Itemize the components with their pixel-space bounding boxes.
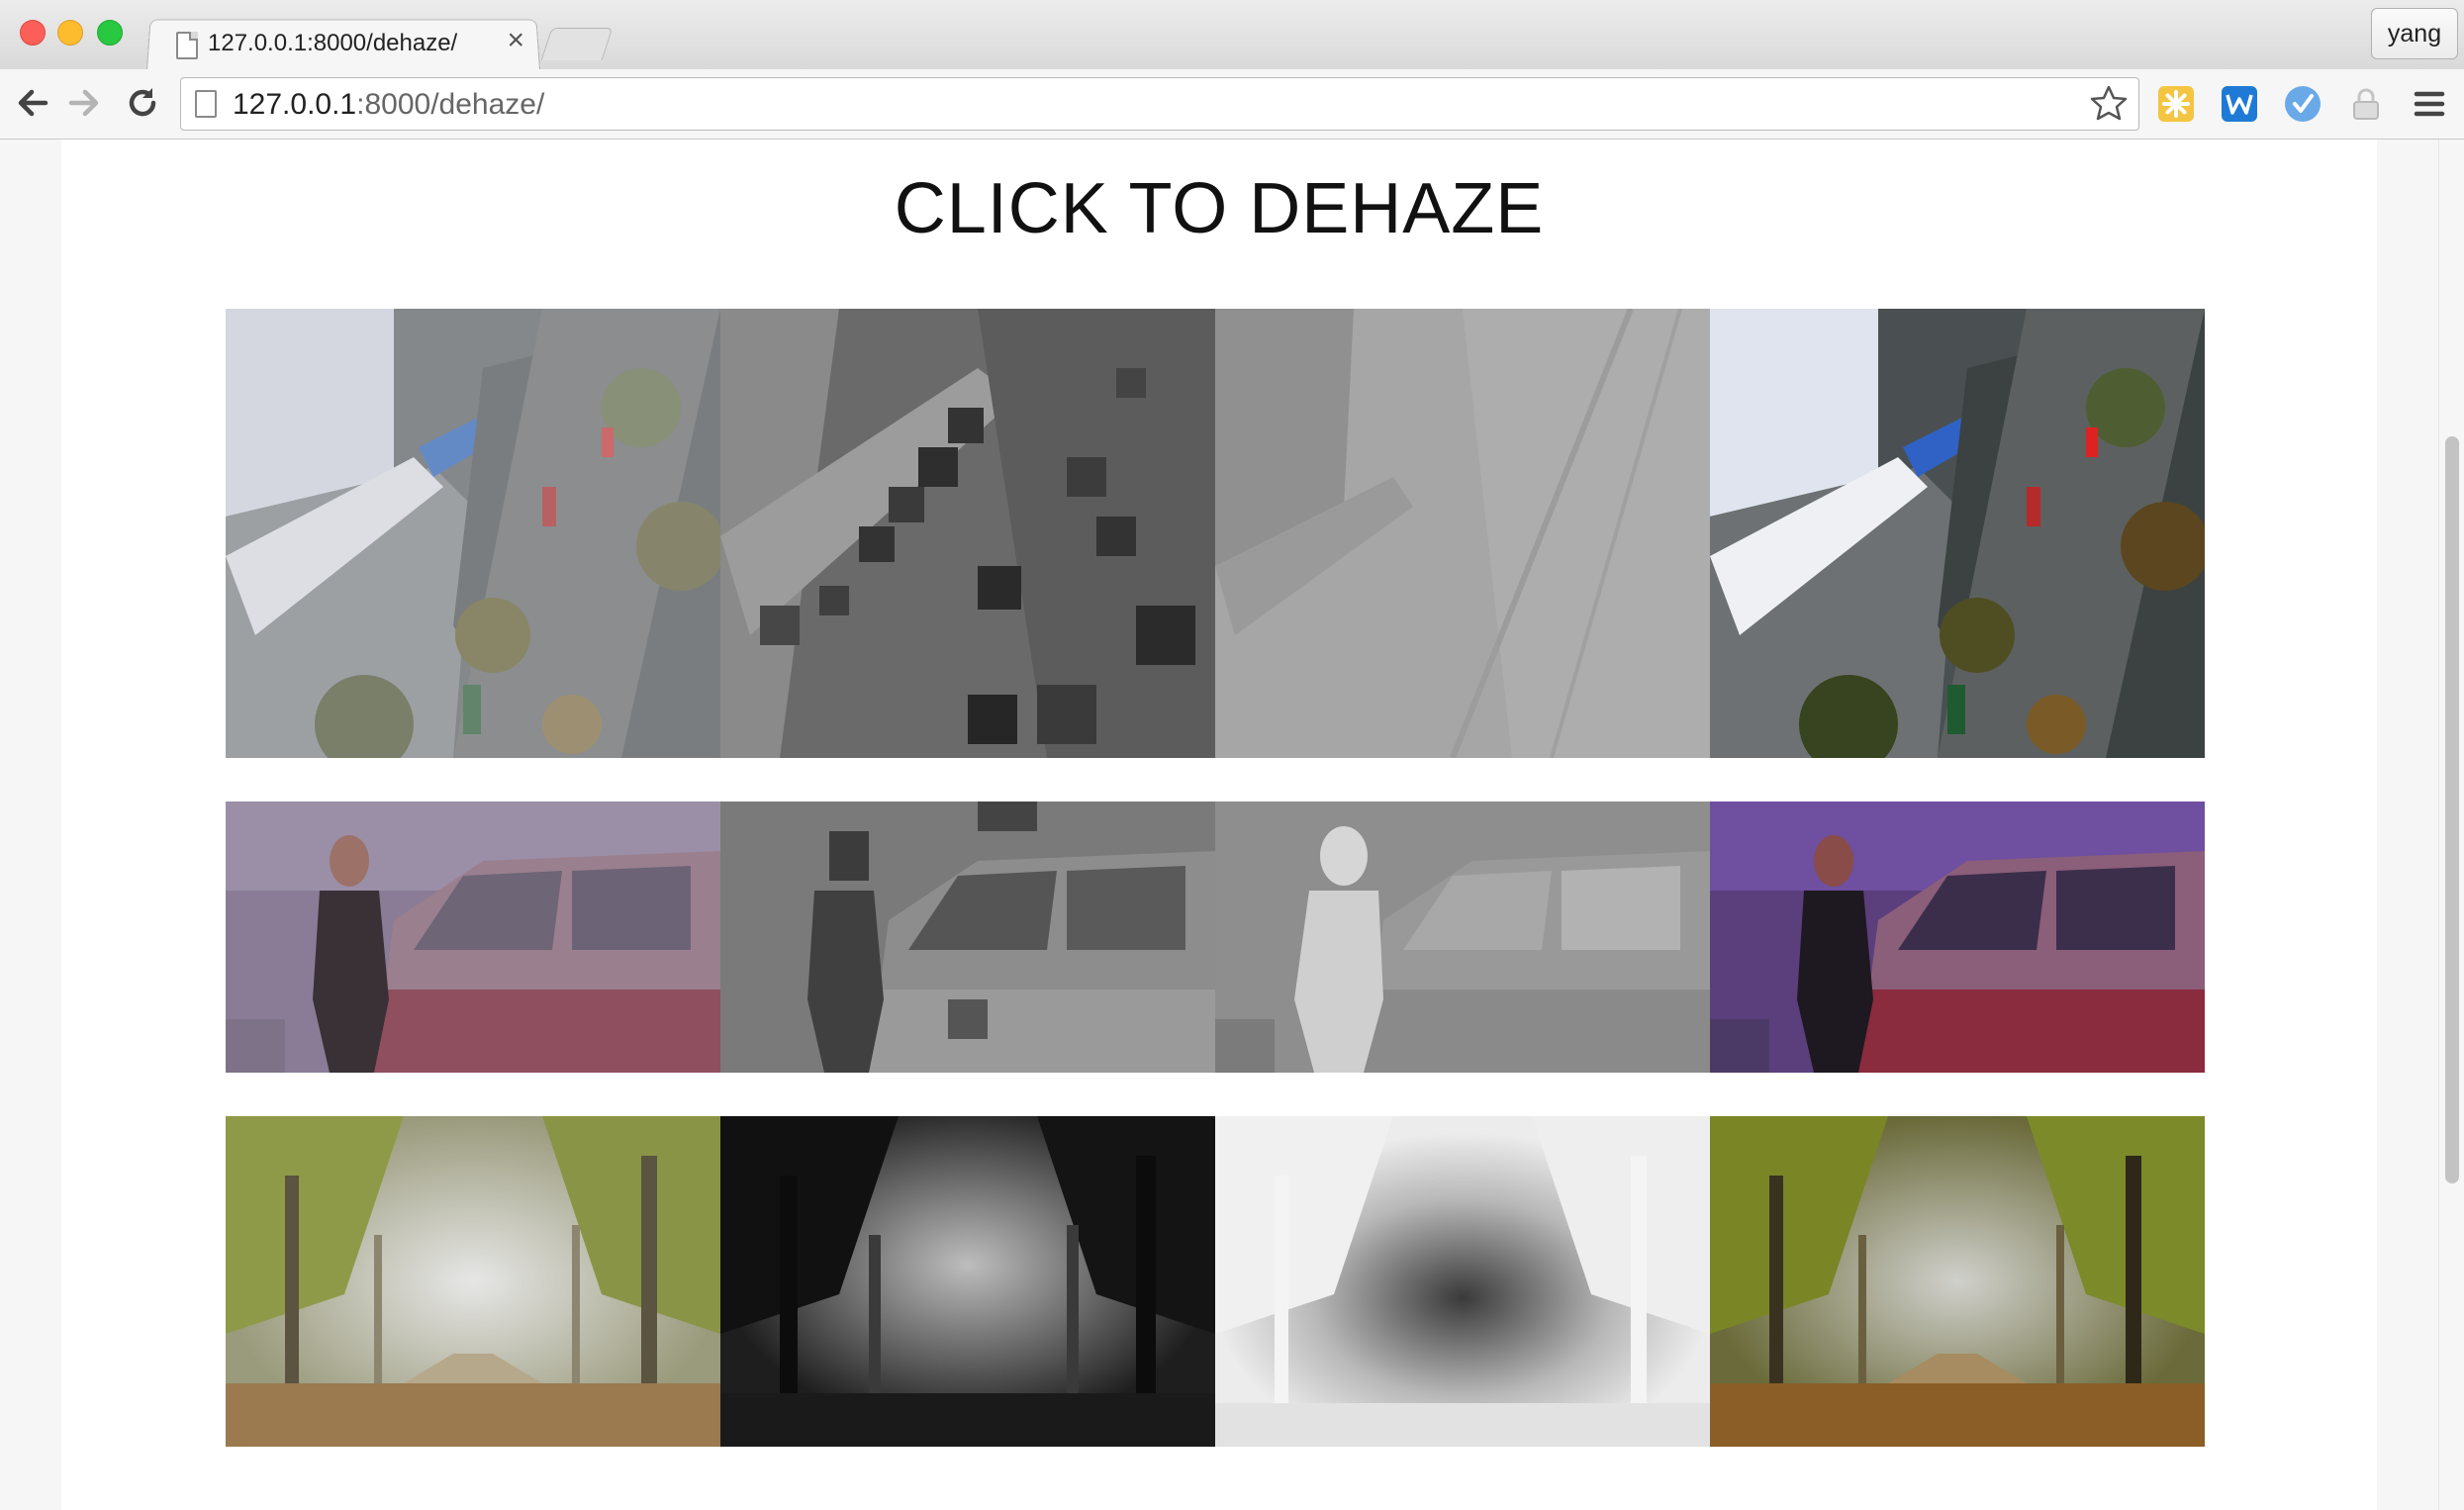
profile-button[interactable]: yang (2371, 8, 2458, 59)
window-maximize-button[interactable] (97, 20, 123, 46)
new-tab-button[interactable] (540, 28, 614, 60)
image-row-city (226, 309, 2205, 758)
address-bar[interactable]: 127.0.0.1:8000/dehaze/ (180, 77, 2139, 131)
extension-lock-icon[interactable] (2347, 85, 2385, 123)
browser-titlebar: 127.0.0.1:8000/dehaze/ × yang (0, 0, 2464, 70)
image-row-jeep (226, 802, 2205, 1073)
extension-puzzle-icon[interactable] (2157, 85, 2195, 123)
chrome-menu-icon[interactable] (2411, 85, 2448, 123)
page-info-icon[interactable] (195, 90, 217, 118)
window-close-button[interactable] (20, 20, 46, 46)
page-title: CLICK TO DEHAZE (894, 169, 1545, 248)
hazy-input-image[interactable] (226, 309, 720, 758)
browser-toolbar: 127.0.0.1:8000/dehaze/ (0, 69, 2464, 140)
bookmark-star-icon[interactable] (2089, 84, 2129, 124)
transmission-map-image[interactable] (1215, 802, 1710, 1073)
dehazed-output-image[interactable] (1710, 802, 2205, 1073)
dark-channel-image[interactable] (720, 309, 1215, 758)
page-favicon-icon (176, 32, 198, 59)
tab-close-icon[interactable]: × (507, 26, 524, 55)
vertical-scrollbar[interactable] (2438, 140, 2464, 1510)
transmission-map-image[interactable] (1215, 309, 1710, 758)
image-row-forest (226, 1116, 2205, 1447)
hazy-input-image[interactable] (226, 802, 720, 1073)
dark-channel-image[interactable] (720, 1116, 1215, 1447)
transmission-map-image[interactable] (1215, 1116, 1710, 1447)
address-url[interactable]: 127.0.0.1:8000/dehaze/ (233, 88, 544, 122)
extension-check-icon[interactable] (2284, 85, 2322, 123)
dehazed-output-image[interactable] (1710, 1116, 2205, 1447)
hazy-input-image[interactable] (226, 1116, 720, 1447)
tab-title: 127.0.0.1:8000/dehaze/ (208, 30, 458, 56)
window-minimize-button[interactable] (57, 20, 83, 46)
dark-channel-image[interactable] (720, 802, 1215, 1073)
back-arrow-icon[interactable] (12, 83, 51, 123)
scrollbar-thumb[interactable] (2445, 436, 2459, 1183)
reload-icon[interactable] (123, 83, 162, 123)
forward-arrow-icon[interactable] (65, 83, 105, 123)
browser-tab-active[interactable]: 127.0.0.1:8000/dehaze/ × (146, 18, 538, 69)
extension-w-icon[interactable] (2221, 85, 2258, 123)
dehazed-output-image[interactable] (1710, 309, 2205, 758)
